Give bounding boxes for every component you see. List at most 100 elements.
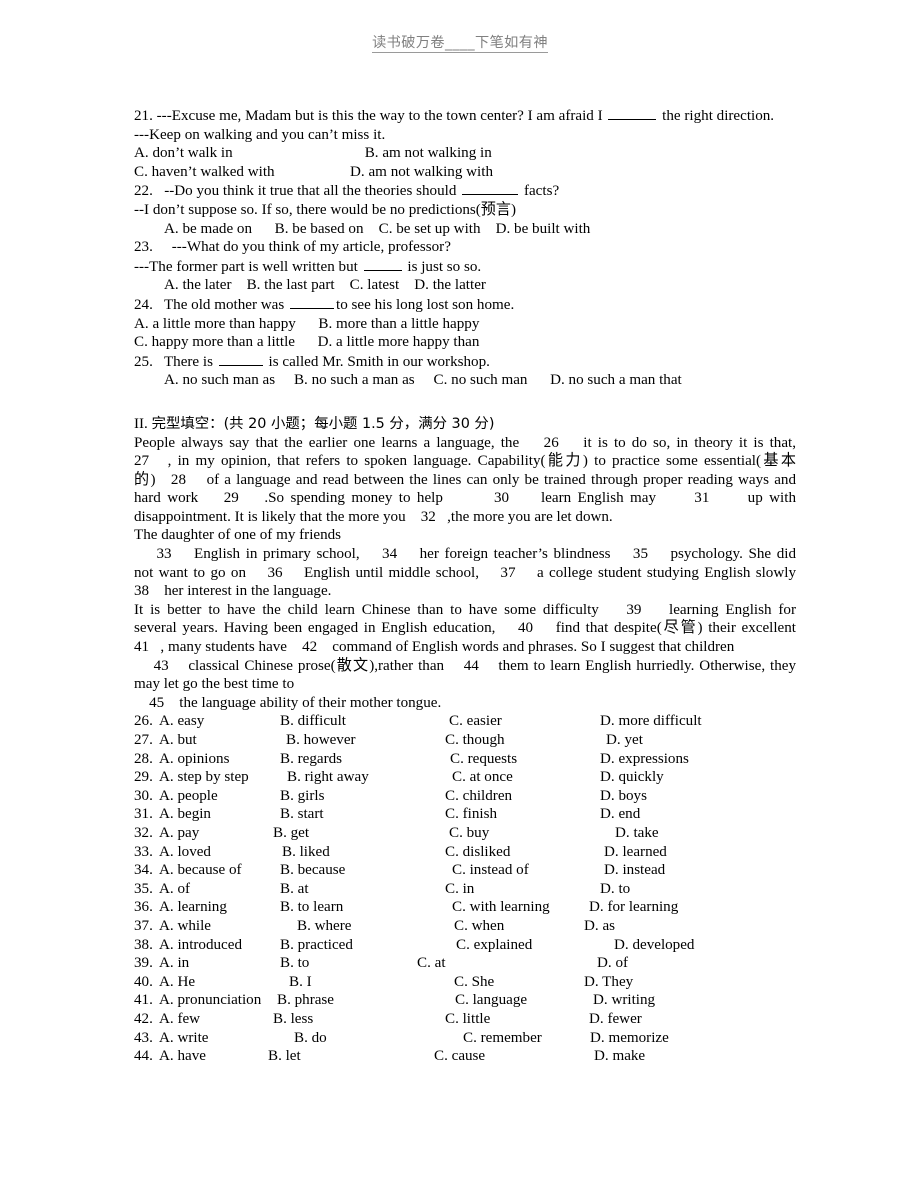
cloze-option-c[interactable]: C. children — [445, 787, 512, 806]
passage-line: 33 English in primary school, 34 her for… — [134, 546, 796, 563]
cloze-option-d[interactable]: D. of — [597, 954, 628, 973]
cloze-option-b[interactable]: B. to learn — [280, 898, 343, 917]
cloze-option-a[interactable]: A. while — [159, 917, 211, 936]
cloze-option-b[interactable]: B. difficult — [280, 712, 346, 731]
cloze-option-a[interactable]: A. pronunciation — [159, 991, 261, 1010]
question-21-options-row1: A. don’t walk in B. am not walking in — [134, 145, 492, 162]
cloze-option-d[interactable]: D. boys — [600, 787, 647, 806]
cloze-option-b[interactable]: B. get — [273, 824, 309, 843]
cloze-option-number: 40. — [134, 973, 153, 990]
cloze-option-c[interactable]: C. requests — [450, 750, 517, 769]
cloze-option-number: 39. — [134, 955, 153, 972]
cloze-option-b[interactable]: B. because — [280, 861, 345, 880]
cloze-options-list: 26. A. easy B. difficult C. easier D. more d… — [134, 712, 796, 1065]
cloze-option-a[interactable]: A. He — [159, 973, 195, 992]
cloze-option-c[interactable]: C. explained — [456, 936, 532, 955]
cloze-option-d[interactable]: D. end — [600, 805, 640, 824]
cloze-option-c[interactable]: C. finish — [445, 805, 497, 824]
cloze-option-b[interactable]: B. to — [280, 954, 309, 973]
cloze-option-b[interactable]: B. let — [268, 1047, 301, 1066]
cloze-option-d[interactable]: D. as — [584, 917, 615, 936]
cloze-option-a[interactable]: A. write — [159, 1029, 208, 1048]
cloze-option-a[interactable]: A. easy — [159, 712, 204, 731]
cloze-option-row: 35. A. of B. at C. in D. to — [134, 880, 796, 899]
cloze-option-a[interactable]: A. in — [159, 954, 189, 973]
passage-line: 43 classical Chinese prose(散文),rather th… — [134, 657, 796, 674]
cloze-option-d[interactable]: D. yet — [606, 731, 643, 750]
cloze-option-row: 26. A. easy B. difficult C. easier D. more d… — [134, 712, 796, 731]
cloze-option-a[interactable]: A. but — [159, 731, 197, 750]
cloze-option-a[interactable]: A. of — [159, 880, 190, 899]
cloze-option-a[interactable]: A. step by step — [159, 768, 249, 787]
cloze-option-c[interactable]: C. cause — [434, 1047, 485, 1066]
cloze-option-d[interactable]: D. memorize — [590, 1029, 669, 1048]
cloze-option-d[interactable]: D. learned — [604, 843, 667, 862]
cloze-option-b[interactable]: B. right away — [287, 768, 369, 787]
cloze-option-a[interactable]: A. learning — [159, 898, 227, 917]
cloze-option-a[interactable]: A. pay — [159, 824, 199, 843]
cloze-option-a[interactable]: A. introduced — [159, 936, 242, 955]
cloze-option-d[interactable]: D. for learning — [589, 898, 678, 917]
cloze-option-c[interactable]: C. remember — [463, 1029, 542, 1048]
cloze-option-b[interactable]: B. start — [280, 805, 324, 824]
cloze-option-number: 34. — [134, 862, 153, 879]
running-header: 读书破万卷____下笔如有神 — [0, 36, 920, 53]
cloze-option-d[interactable]: D. more difficult — [600, 712, 702, 731]
cloze-option-b[interactable]: B. liked — [282, 843, 330, 862]
cloze-option-b[interactable]: B. regards — [280, 750, 342, 769]
cloze-option-d[interactable]: D. to — [600, 880, 630, 899]
cloze-option-b[interactable]: B. at — [280, 880, 309, 899]
cloze-option-d[interactable]: D. developed — [614, 936, 694, 955]
cloze-option-b[interactable]: B. girls — [280, 787, 324, 806]
cloze-option-d[interactable]: D. take — [615, 824, 659, 843]
cloze-option-b[interactable]: B. less — [273, 1010, 313, 1029]
question-21-reply: ---Keep on walking and you can’t miss it… — [134, 126, 386, 143]
cloze-option-a[interactable]: A. begin — [159, 805, 211, 824]
question-21-stem-part2: the right direction. — [662, 108, 775, 124]
cloze-option-b[interactable]: B. however — [286, 731, 356, 750]
cloze-option-d[interactable]: D. writing — [593, 991, 655, 1010]
cloze-option-b[interactable]: B. I — [289, 973, 312, 992]
cloze-option-d[interactable]: D. make — [594, 1047, 645, 1066]
cloze-option-a[interactable]: A. because of — [159, 861, 242, 880]
cloze-option-number: 38. — [134, 936, 153, 953]
cloze-option-a[interactable]: A. loved — [159, 843, 211, 862]
cloze-option-a[interactable]: A. few — [159, 1010, 200, 1029]
cloze-option-row: 43. A. write B. do C. remember D. memorize — [134, 1029, 796, 1048]
cloze-option-c[interactable]: C. She — [454, 973, 494, 992]
cloze-option-b[interactable]: B. where — [297, 917, 352, 936]
answer-blank — [608, 106, 657, 120]
question-21-options-row2: C. haven’t walked with D. am not walking… — [134, 163, 493, 180]
cloze-option-a[interactable]: A. have — [159, 1047, 206, 1066]
cloze-option-c[interactable]: C. little — [445, 1010, 490, 1029]
cloze-option-row: 33. A. loved B. liked C. disliked D. learned — [134, 843, 796, 862]
passage-line: People always say that the earlier one l… — [134, 434, 796, 451]
cloze-option-d[interactable]: D. instead — [604, 861, 665, 880]
cloze-option-c[interactable]: C. though — [445, 731, 505, 750]
cloze-option-c[interactable]: C. language — [455, 991, 527, 1010]
document-page: 读书破万卷____下笔如有神 21. ---Excuse me, Madam b… — [0, 0, 920, 1191]
cloze-option-c[interactable]: C. buy — [449, 824, 489, 843]
cloze-option-d[interactable]: D. They — [584, 973, 633, 992]
cloze-option-c[interactable]: C. instead of — [452, 861, 529, 880]
cloze-option-c[interactable]: C. easier — [449, 712, 502, 731]
cloze-option-row: 44. A. have B. let C. cause D. make — [134, 1047, 796, 1066]
cloze-option-row: 27. A. but B. however C. though D. yet — [134, 731, 796, 750]
cloze-option-c[interactable]: C. in — [445, 880, 474, 899]
cloze-option-b[interactable]: B. phrase — [277, 991, 334, 1010]
passage-line: hard work 29 .So spending money to help … — [134, 490, 796, 507]
cloze-option-row: 32. A. pay B. get C. buy D. take — [134, 824, 796, 843]
cloze-option-d[interactable]: D. expressions — [600, 750, 689, 769]
cloze-option-d[interactable]: D. fewer — [589, 1010, 642, 1029]
cloze-option-a[interactable]: A. people — [159, 787, 218, 806]
cloze-option-c[interactable]: C. disliked — [445, 843, 510, 862]
cloze-option-d[interactable]: D. quickly — [600, 768, 664, 787]
cloze-option-c[interactable]: C. with learning — [452, 898, 550, 917]
cloze-option-b[interactable]: B. practiced — [280, 936, 353, 955]
cloze-option-c[interactable]: C. at — [417, 954, 446, 973]
cloze-option-b[interactable]: B. do — [294, 1029, 327, 1048]
cloze-option-a[interactable]: A. opinions — [159, 750, 229, 769]
cloze-option-c[interactable]: C. when — [454, 917, 504, 936]
cloze-option-c[interactable]: C. at once — [452, 768, 513, 787]
cloze-option-number: 26. — [134, 713, 153, 730]
